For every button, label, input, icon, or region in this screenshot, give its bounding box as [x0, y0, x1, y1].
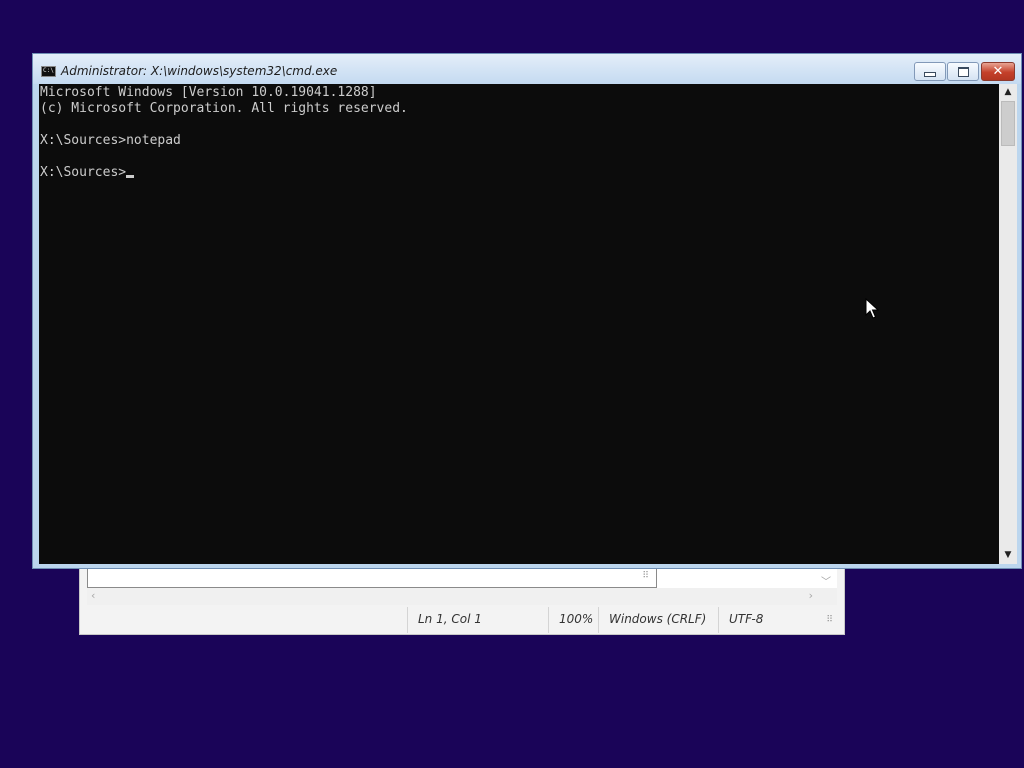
console-output[interactable]: Microsoft Windows [Version 10.0.19041.12…: [39, 84, 999, 564]
close-button[interactable]: ✕: [981, 62, 1015, 81]
chevron-right-icon[interactable]: ›: [809, 589, 813, 602]
console-text: Microsoft Windows [Version 10.0.19041.12…: [40, 85, 408, 181]
chevron-left-icon[interactable]: ‹: [91, 589, 95, 602]
console-line: Microsoft Windows [Version 10.0.19041.12…: [40, 85, 377, 100]
console-line: (c) Microsoft Corporation. All rights re…: [40, 101, 408, 116]
maximize-icon: [957, 66, 969, 77]
chevron-down-icon[interactable]: ▼: [999, 547, 1017, 564]
chevron-down-icon[interactable]: ﹀: [821, 573, 831, 588]
minimize-button[interactable]: [914, 62, 946, 81]
status-encoding: UTF-8: [718, 607, 837, 633]
mouse-pointer-icon: [865, 298, 879, 319]
console-line: X:\Sources>notepad: [40, 133, 181, 148]
status-line-col: Ln 1, Col 1: [407, 607, 548, 633]
console-app-icon[interactable]: C:\: [41, 66, 56, 77]
notepad-window[interactable]: ⠿ ﹀ ‹ › Ln 1, Col 1 100% Windows (CRLF) …: [79, 562, 845, 635]
minimize-icon: [924, 72, 936, 77]
status-zoom: 100%: [548, 607, 598, 633]
console-prompt: X:\Sources>: [40, 165, 127, 180]
close-icon: ✕: [992, 64, 1004, 79]
notepad-horizontal-scrollbar[interactable]: ‹ ›: [87, 588, 837, 605]
title-bar[interactable]: C:\ Administrator: X:\windows\system32\c…: [33, 54, 1021, 84]
resize-grip-icon: ⠿: [642, 571, 649, 581]
scroll-thumb[interactable]: [1001, 101, 1015, 146]
console-scrollbar[interactable]: ▲ ▼: [999, 84, 1017, 564]
chevron-up-icon[interactable]: ▲: [999, 84, 1017, 101]
text-cursor: [126, 175, 135, 178]
status-line-ending: Windows (CRLF): [598, 607, 718, 633]
maximize-button[interactable]: [947, 62, 979, 81]
resize-grip-icon[interactable]: ⠿: [826, 615, 833, 625]
window-title: Administrator: X:\windows\system32\cmd.e…: [61, 64, 338, 78]
notepad-status-bar: Ln 1, Col 1 100% Windows (CRLF) UTF-8 ⠿: [87, 607, 837, 633]
